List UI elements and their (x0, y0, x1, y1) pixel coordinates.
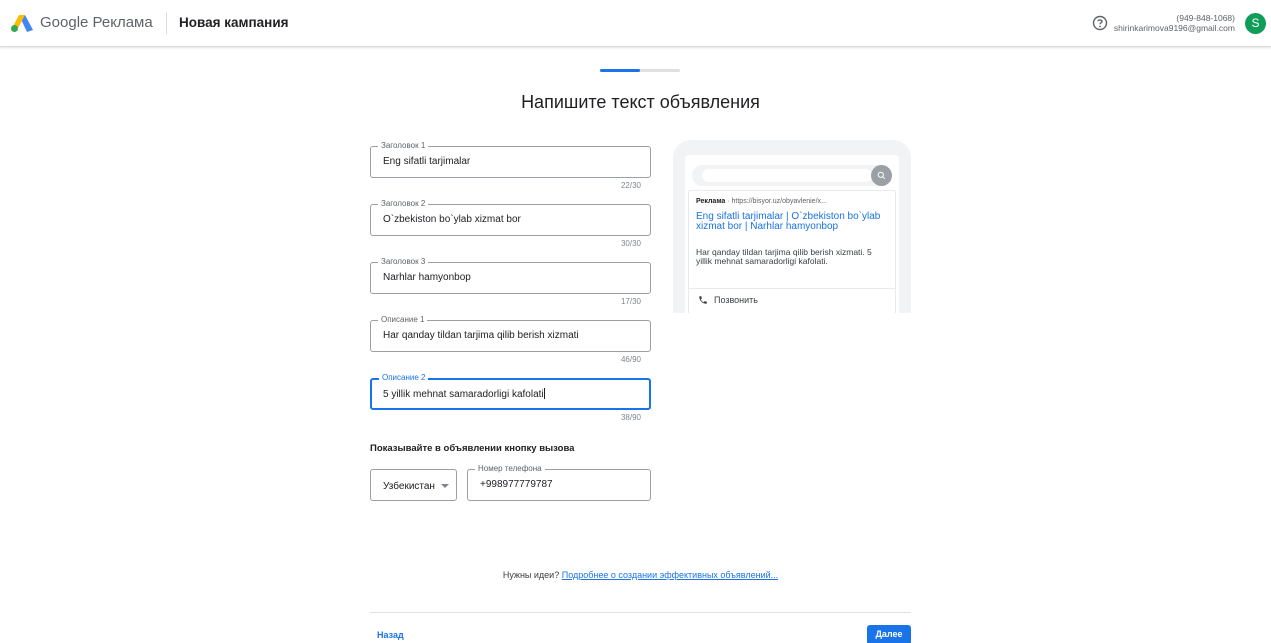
dropdown-arrow-icon (441, 484, 449, 488)
description-1-input[interactable]: Har qanday tildan tarjima qilib berish x… (383, 330, 579, 341)
ideas-link[interactable]: Подробнее о создании эффективных объявле… (562, 570, 778, 580)
footer-divider (370, 612, 911, 613)
campaign-title: Новая кампания (179, 15, 289, 30)
headline-2-label: Заголовок 2 (378, 199, 429, 209)
description-1-label: Описание 1 (378, 315, 428, 325)
headline-2-field[interactable]: Заголовок 2 O`zbekiston bo`ylab xizmat b… (370, 199, 651, 236)
account-email: shirinkarimova9196@gmail.com (1113, 23, 1235, 33)
next-button[interactable]: Далее (867, 625, 911, 643)
brand-name: Google Реклама (40, 14, 153, 31)
preview-search-button (871, 165, 892, 186)
call-button-title: Показывайте в объявлении кнопку вызова (370, 443, 575, 454)
progress-bar (600, 69, 680, 72)
ad-preview-url: Реклама · https://bisyor.uz/obyavlenie/x… (696, 198, 827, 205)
description-2-counter: 38/90 (620, 413, 641, 422)
avatar[interactable]: S (1245, 13, 1266, 34)
ad-badge: Реклама (696, 198, 726, 205)
search-icon (877, 171, 886, 180)
headline-3-field[interactable]: Заголовок 3 Narhlar hamyonbop (370, 257, 651, 294)
headline-1-field[interactable]: Заголовок 1 Eng sifatli tarjimalar (370, 141, 651, 178)
ad-preview-phone: Реклама · https://bisyor.uz/obyavlenie/x… (673, 140, 911, 313)
phone-field[interactable]: Номер телефона +998977779787 (467, 464, 651, 501)
country-value: Узбекистан (383, 481, 435, 492)
ad-call-label: Позвонить (714, 295, 758, 305)
ideas-prefix: Нужны идеи? (502, 570, 562, 580)
ad-url-text: · https://bisyor.uz/obyavlenie/x... (725, 198, 827, 205)
headline-1-label: Заголовок 1 (378, 141, 429, 151)
brand-product: Реклама (92, 14, 153, 31)
description-2-text: 5 yillik mehnat samaradorligi kafolati (383, 389, 544, 400)
ideas-text: Нужны идеи? Подробнее о создании эффекти… (0, 570, 1271, 580)
header-divider (166, 12, 167, 34)
headline-3-label: Заголовок 3 (378, 257, 429, 267)
description-1-field[interactable]: Описание 1 Har qanday tildan tarjima qil… (370, 315, 651, 352)
preview-search-input (702, 169, 872, 182)
description-2-input[interactable]: 5 yillik mehnat samaradorligi kafolati (383, 388, 545, 400)
account-info[interactable]: (949-848-1068) shirinkarimova9196@gmail.… (1114, 13, 1235, 33)
top-header: Google Реклама Новая кампания (949-848-1… (0, 0, 1271, 47)
description-2-field[interactable]: Описание 2 5 yillik mehnat samaradorligi… (370, 373, 651, 410)
country-select[interactable]: Узбекистан (370, 469, 457, 501)
preview-search-bar (692, 165, 892, 186)
ad-preview-card: Реклама · https://bisyor.uz/obyavlenie/x… (688, 190, 896, 313)
headline-3-counter: 17/30 (620, 297, 641, 306)
ad-preview-description: Har qanday tildan tarjima qilib berish x… (696, 247, 872, 266)
google-ads-logo-icon[interactable] (11, 15, 33, 32)
progress-fill (600, 69, 640, 72)
headline-2-counter: 30/30 (620, 239, 641, 248)
description-2-label: Описание 2 (379, 373, 429, 383)
ad-preview-screen: Реклама · https://bisyor.uz/obyavlenie/x… (685, 155, 899, 313)
headline-3-input[interactable]: Narhlar hamyonbop (383, 272, 471, 283)
page-title: Напишите текст объявления (521, 92, 760, 112)
headline-1-input[interactable]: Eng sifatli tarjimalar (383, 156, 470, 167)
help-icon[interactable] (1092, 15, 1108, 31)
description-1-counter: 46/90 (620, 355, 641, 364)
ad-preview-call: Позвонить (698, 295, 758, 305)
ad-preview-headline: Eng sifatli tarjimalar | O`zbekiston bo`… (696, 211, 881, 232)
phone-input[interactable]: +998977779787 (480, 479, 553, 490)
headline-2-input[interactable]: O`zbekiston bo`ylab xizmat bor (383, 214, 521, 225)
brand-google: Google (40, 14, 89, 31)
phone-label: Номер телефона (475, 464, 545, 474)
ad-preview-divider (689, 288, 895, 289)
account-phone: (949-848-1068) (1176, 13, 1235, 23)
back-button[interactable]: Назад (377, 630, 404, 640)
text-caret (543, 388, 545, 399)
phone-icon (699, 296, 707, 304)
headline-1-counter: 22/30 (620, 181, 641, 190)
